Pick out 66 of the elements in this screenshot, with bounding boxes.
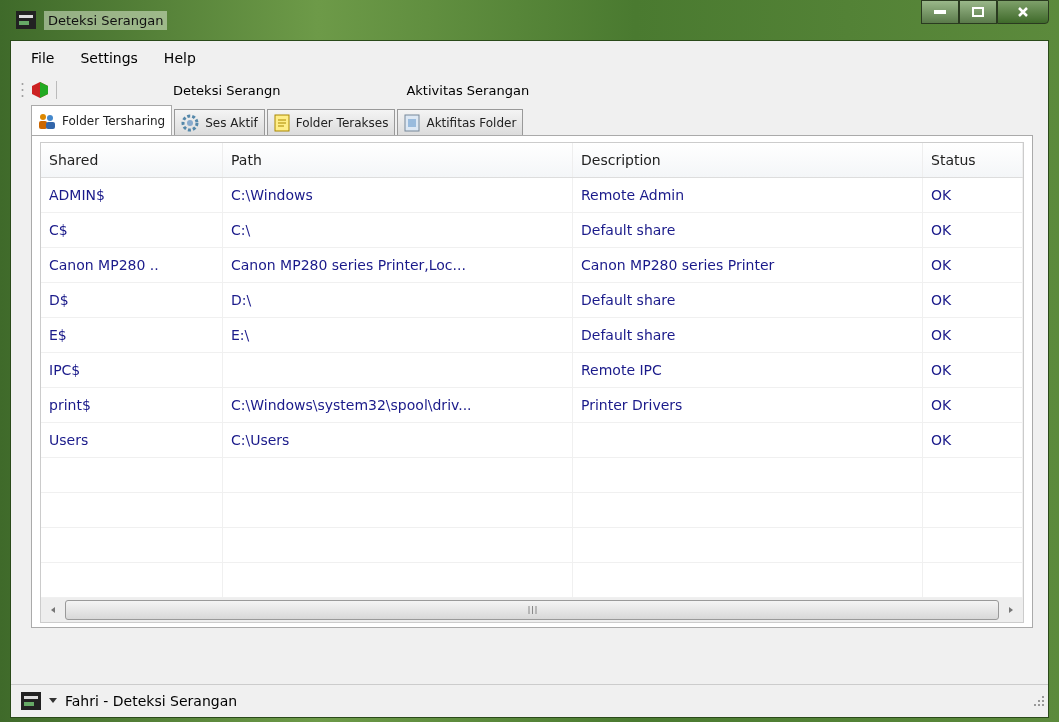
table-cell: C$ bbox=[49, 222, 68, 238]
column-header[interactable]: Description bbox=[573, 143, 923, 177]
close-button[interactable] bbox=[997, 0, 1049, 24]
table-cell: OK bbox=[931, 327, 952, 343]
table-cell: C:\Users bbox=[231, 432, 290, 448]
table-cell: E:\ bbox=[231, 327, 250, 343]
horizontal-scrollbar[interactable] bbox=[41, 598, 1023, 622]
status-text: Fahri - Deteksi Serangan bbox=[65, 693, 238, 709]
tab[interactable]: Folder Tersharing bbox=[31, 105, 173, 135]
table-cell: OK bbox=[931, 432, 952, 448]
tab[interactable]: Ses Aktif bbox=[174, 109, 265, 135]
maximize-button[interactable] bbox=[959, 0, 997, 24]
gear-icon bbox=[181, 113, 200, 132]
document-icon bbox=[404, 113, 421, 132]
toolbar-item[interactable]: Deteksi Serangn bbox=[173, 82, 281, 98]
table-cell: Remote Admin bbox=[581, 187, 685, 203]
table-cell: Default share bbox=[581, 327, 676, 343]
menu-item[interactable]: Help bbox=[163, 50, 196, 66]
column-header[interactable]: Status bbox=[923, 143, 1023, 177]
toolbar-grip bbox=[21, 81, 24, 99]
scrollbar-thumb[interactable] bbox=[65, 600, 999, 620]
table-cell: print$ bbox=[49, 397, 91, 413]
table-cell: Default share bbox=[581, 222, 676, 238]
scroll-left-icon[interactable] bbox=[49, 606, 57, 614]
minimize-icon bbox=[934, 10, 946, 14]
table-cell: OK bbox=[931, 222, 952, 238]
toolbar-item[interactable]: Aktivitas Serangan bbox=[406, 82, 530, 98]
table-cell: Remote IPC bbox=[581, 362, 662, 378]
dropdown-icon[interactable] bbox=[49, 698, 57, 704]
maximize-icon bbox=[972, 7, 984, 17]
minimize-button[interactable] bbox=[921, 0, 959, 24]
table-cell: OK bbox=[931, 187, 952, 203]
resize-grip-icon[interactable] bbox=[1034, 696, 1044, 706]
notepad-icon bbox=[273, 113, 290, 132]
scroll-right-icon[interactable] bbox=[1007, 606, 1015, 614]
column-header[interactable]: Path bbox=[223, 143, 573, 177]
menu-item[interactable]: Settings bbox=[80, 50, 138, 66]
table-cell: C:\ bbox=[231, 222, 251, 238]
table-cell: OK bbox=[931, 257, 952, 273]
tab[interactable]: Aktifitas Folder bbox=[397, 109, 524, 135]
table-cell: D$ bbox=[49, 292, 69, 308]
table-cell: D:\ bbox=[231, 292, 252, 308]
table-cell: C:\Windows\system32\spool\driv... bbox=[231, 397, 472, 413]
table-cell: E$ bbox=[49, 327, 67, 343]
app-icon bbox=[21, 692, 41, 710]
table-cell: Default share bbox=[581, 292, 676, 308]
grip-icon bbox=[527, 606, 537, 614]
table-cell: Canon MP280 .. bbox=[49, 257, 159, 273]
table-cell: OK bbox=[931, 397, 952, 413]
table-cell: Canon MP280 series Printer bbox=[581, 257, 775, 273]
tab[interactable]: Folder Terakses bbox=[266, 109, 396, 135]
window-title: Deteksi Serangan bbox=[44, 10, 168, 30]
shield-icon[interactable] bbox=[30, 80, 50, 100]
table-cell: Users bbox=[49, 432, 89, 448]
menu-item[interactable]: File bbox=[31, 50, 55, 66]
table-cell: Canon MP280 series Printer,Loc... bbox=[231, 257, 466, 273]
table-cell: OK bbox=[931, 362, 952, 378]
users-icon bbox=[38, 112, 56, 129]
table-cell: Printer Drivers bbox=[581, 397, 683, 413]
table-cell: C:\Windows bbox=[231, 187, 313, 203]
table-cell: ADMIN$ bbox=[49, 187, 105, 203]
table-cell: OK bbox=[931, 292, 952, 308]
table-cell: IPC$ bbox=[49, 362, 81, 378]
app-icon bbox=[16, 11, 36, 29]
column-header[interactable]: Shared bbox=[41, 143, 223, 177]
close-icon bbox=[1017, 6, 1029, 18]
